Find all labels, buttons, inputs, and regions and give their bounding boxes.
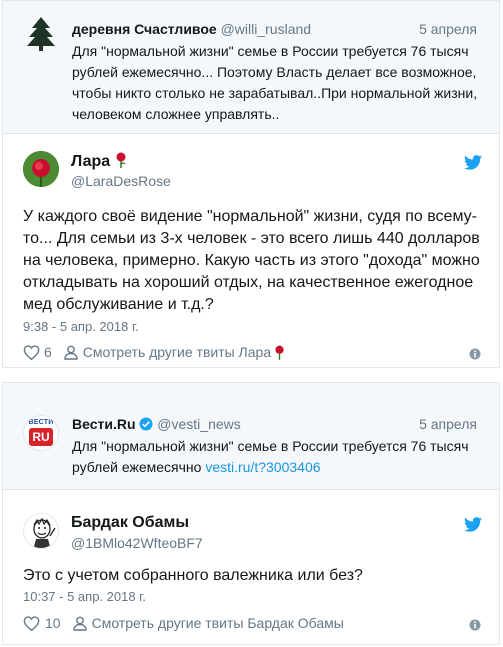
twitter-bird-icon[interactable] <box>464 155 482 170</box>
author-name[interactable]: Бардак Обамы <box>71 514 189 532</box>
quoted-text: Для "нормальной жизни" семье в России тр… <box>72 41 477 125</box>
author-name-row[interactable]: Лара <box>71 152 127 171</box>
more-tweets-label: Смотреть другие твиты Лара <box>82 344 272 360</box>
heart-icon <box>23 615 40 631</box>
quoted-tweet[interactable]: деревня Счастливое @willi_rusland 5 апре… <box>3 1 499 133</box>
more-tweets-label: Смотреть другие твиты Бардак Обамы <box>91 615 344 631</box>
like-count: 10 <box>45 615 61 631</box>
quoted-line: чтобы никто столько не зарабатывал..При … <box>72 85 478 101</box>
info-icon[interactable] <box>469 348 481 360</box>
person-icon <box>72 616 87 631</box>
timestamp[interactable]: 9:38 - 5 апр. 2018 г. <box>23 319 139 334</box>
rose-icon <box>116 152 126 168</box>
quoted-author-handle[interactable]: @willi_rusland <box>221 21 311 37</box>
tweet-text: У каждого своё видение "нормальной" жизн… <box>23 206 480 316</box>
quoted-line: Для "нормальной жизни" семье в России тр… <box>72 43 469 59</box>
tweet-card-2: ВЕСТИ RU Вести.Ru @vesti_news 5 апреля Д… <box>2 382 500 645</box>
timestamp[interactable]: 10:37 - 5 апр. 2018 г. <box>23 589 146 604</box>
like-button[interactable]: 6 <box>23 344 52 360</box>
tweet-line: мед обслуживание и т.д.? <box>23 296 214 313</box>
twitter-bird-icon[interactable] <box>464 517 482 532</box>
person-icon <box>64 345 78 360</box>
quoted-line-text: рублей ежемесячно <box>72 459 206 475</box>
divider <box>3 133 499 134</box>
tweet-line: то... Для семьи из 3-х человек - это все… <box>23 230 480 247</box>
rose-avatar-image <box>23 151 59 187</box>
author-handle[interactable]: @LaraDesRose <box>71 173 171 189</box>
avatar[interactable] <box>23 151 59 187</box>
rose-icon <box>275 345 284 360</box>
tweet-line: на человека, примерно. Какую часть из эт… <box>23 252 480 269</box>
quoted-header: деревня Счастливое @willi_rusland <box>72 21 311 37</box>
divider <box>3 489 499 490</box>
like-count: 6 <box>44 344 52 360</box>
quoted-date: 5 апреля <box>419 416 477 432</box>
vesti-logo-top: ВЕСТИ <box>28 419 54 426</box>
quoted-line: рублей ежемесячно... Поэтому Власть дела… <box>72 64 477 80</box>
info-icon[interactable] <box>469 619 481 631</box>
avatar[interactable] <box>23 513 59 549</box>
quoted-link[interactable]: vesti.ru/t?3003406 <box>205 459 320 475</box>
meme-avatar <box>33 517 56 548</box>
tweet-card-1: деревня Счастливое @willi_rusland 5 апре… <box>2 0 500 368</box>
more-tweets-link[interactable]: Смотреть другие твиты Лара <box>64 344 285 360</box>
quoted-line: человеком сложнее управлять.. <box>72 106 280 122</box>
tweet-line: откладывать на хороший отдых, на качеств… <box>23 274 474 291</box>
quoted-line: Для "нормальной жизни" семье в России тр… <box>72 438 469 454</box>
tweet-actions: 10 Смотреть другие твиты Бардак Обамы <box>23 615 344 631</box>
quoted-author-handle[interactable]: @vesti_news <box>157 416 240 432</box>
quoted-author-name[interactable]: Вести.Ru <box>72 416 136 432</box>
more-tweets-link[interactable]: Смотреть другие твиты Бардак Обамы <box>72 615 344 631</box>
author-handle[interactable]: @1BMlo42WfteoBF7 <box>71 535 203 551</box>
quoted-date: 5 апреля <box>419 21 477 37</box>
like-button[interactable]: 10 <box>23 615 61 631</box>
quoted-line-2: рублей ежемесячно vesti.ru/t?3003406 <box>72 457 469 478</box>
quoted-tweet[interactable]: ВЕСТИ RU Вести.Ru @vesti_news 5 апреля Д… <box>3 383 499 489</box>
tweet-line: Это с учетом собранного валежника или бе… <box>23 567 363 584</box>
tree-avatar <box>27 17 55 51</box>
tweet-actions: 6 Смотреть другие твиты Лара <box>23 344 285 360</box>
heart-icon <box>23 344 40 360</box>
vesti-logo: ВЕСТИ RU <box>23 415 59 451</box>
quoted-text: Для "нормальной жизни" семье в России тр… <box>72 436 469 478</box>
quoted-header: Вести.Ru @vesti_news <box>72 416 241 432</box>
tweet-line: У каждого своё видение "нормальной" жизн… <box>23 208 477 225</box>
quoted-author-name[interactable]: деревня Счастливое <box>72 21 217 37</box>
tweet-text: Это с учетом собранного валежника или бе… <box>23 565 363 587</box>
verified-badge-icon <box>139 417 153 431</box>
vesti-logo-main: RU <box>29 428 53 446</box>
author-name: Лара <box>71 153 111 170</box>
